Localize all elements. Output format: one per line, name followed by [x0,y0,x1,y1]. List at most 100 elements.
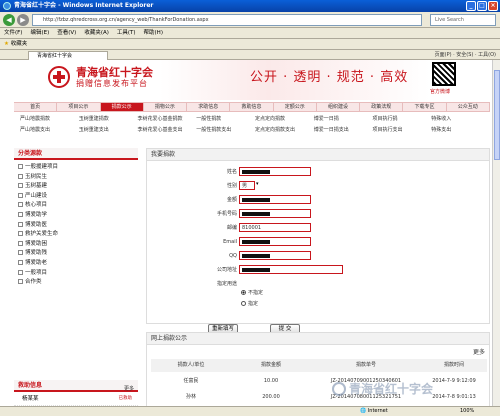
sub-nav-link[interactable]: 定点定向捐款 [255,115,314,122]
scrollbar-thumb[interactable] [494,70,500,160]
purpose-option-specified[interactable]: 指定 [241,300,258,307]
category-item[interactable]: 合作类 [18,278,138,288]
url-field[interactable]: http://fzbz.qhredcross.org.cn/agency_web… [32,14,422,26]
main-nav-item[interactable]: 政策法规 [360,103,404,111]
category-item[interactable]: 一般项目 [18,269,138,279]
main-nav-item[interactable]: 求助信息 [187,103,231,111]
address-field[interactable] [239,265,343,274]
red-cross-logo-icon[interactable] [48,66,70,88]
category-item[interactable]: 严山建设 [18,192,138,202]
category-item[interactable]: 博爱助医 [18,221,138,231]
main-nav-item[interactable]: 下载专区 [403,103,447,111]
forward-arrow-icon[interactable]: ▶ [17,14,29,26]
list-item[interactable]: 杨某某 已救助 [14,392,138,406]
phone-field[interactable] [239,209,311,218]
sub-nav-link[interactable]: 严山地震捐款 [20,115,79,122]
sub-nav-link[interactable]: 严山地震支出 [20,126,79,133]
expand-box-icon[interactable] [18,173,23,179]
main-nav-item[interactable]: 首页 [14,103,58,111]
sub-nav-link[interactable]: 定点定向捐款支出 [255,126,314,133]
category-item[interactable]: 博爱助老 [18,259,138,269]
category-item[interactable]: 玉树基建 [18,182,138,192]
expand-box-icon[interactable] [18,202,23,208]
menu-file[interactable]: 文件(F) [4,28,22,38]
sub-nav-link[interactable]: 李树花爱心基金支出 [138,126,197,133]
expand-box-icon[interactable] [18,231,23,237]
expand-box-icon[interactable] [18,211,23,217]
gender-label: 性别 [226,183,237,189]
menu-tools[interactable]: 工具(T) [117,28,136,38]
sub-nav-link[interactable]: 玉树重建支出 [79,126,138,133]
favorites-bar: ★ 收藏夹 [0,39,500,50]
main-nav-item[interactable]: 定额公示 [274,103,317,111]
expand-box-icon[interactable] [18,250,23,256]
qq-row: QQ [147,251,491,261]
category-item[interactable]: 博爱助学 [18,211,138,221]
expand-box-icon[interactable] [18,192,23,198]
email-field[interactable] [239,237,311,246]
sub-nav-link[interactable]: 一般性捐款支出 [196,126,255,133]
rescue-list: 杨某某已救助张某某已救助杨某某已救助 [14,392,138,406]
expand-box-icon[interactable] [18,183,23,189]
favorites-label[interactable]: 收藏夹 [11,41,28,47]
main-nav-item[interactable]: 项目公示 [57,103,101,111]
sub-nav-link[interactable]: 项目执行捐 [373,115,432,122]
name-row: 姓名 [147,167,491,177]
menu-view[interactable]: 查看(V) [57,28,76,38]
sub-nav-link[interactable]: 特殊支出 [431,126,490,133]
star-icon[interactable]: ★ [4,41,9,47]
expand-box-icon[interactable] [18,259,23,265]
category-item[interactable]: 救护关爱生命 [18,230,138,240]
donation-more-link[interactable]: 更多 [473,347,485,356]
sub-nav-link[interactable]: 博爱一日捐 [314,115,373,122]
category-label: 核心项目 [25,202,48,209]
category-item[interactable]: 核心项目 [18,201,138,211]
expand-box-icon[interactable] [18,221,23,227]
purpose-option-none[interactable]: 不指定 [241,289,263,296]
expand-box-icon[interactable] [18,269,23,275]
sub-nav-link[interactable]: 玉树重建捐款 [79,115,138,122]
menu-favorites[interactable]: 收藏夹(A) [84,28,109,38]
expand-box-icon[interactable] [18,279,23,285]
site-header: 青海省红十字会 捐赠信息发布平台 公开 · 透明 · 规范 · 高效 官方微博 [0,60,492,100]
sub-nav-link[interactable]: 李树花爱心基金捐款 [138,115,197,122]
name-label: 姓名 [226,169,237,175]
sub-nav-link[interactable]: 博爱一日捐支出 [314,126,373,133]
main-nav-item[interactable]: 捐物公示 [144,103,188,111]
qq-field[interactable] [239,251,311,260]
maximize-button[interactable]: □ [477,1,487,11]
sub-nav-link[interactable]: 特殊收入 [431,115,490,122]
expand-box-icon[interactable] [18,164,23,169]
main-nav-item[interactable]: 组织建设 [317,103,361,111]
sub-nav-link[interactable]: 一般性捐款 [196,115,255,122]
main-nav-item[interactable]: 公众互动 [447,103,490,111]
expand-box-icon[interactable] [18,240,23,246]
amount-field[interactable] [239,195,311,204]
back-arrow-icon[interactable]: ◀ [3,14,15,26]
category-item[interactable]: 玉树民生 [18,173,138,183]
window-titlebar[interactable]: 青海省红十字会 - Windows Internet Explorer _ □ … [0,0,500,12]
radio-unselected-icon[interactable] [241,301,246,306]
menu-edit[interactable]: 编辑(E) [30,28,49,38]
minimize-button[interactable]: _ [466,1,476,11]
weibo-link[interactable]: 官方微博 [430,88,450,95]
vertical-scrollbar[interactable] [492,60,500,406]
close-button[interactable]: × [488,1,498,11]
chevron-down-icon[interactable]: ▾ [256,181,259,187]
category-item[interactable]: 博爱助残 [18,249,138,259]
postcode-field[interactable]: 810001 [239,223,311,232]
main-nav-item[interactable]: 捐款公示 [100,103,144,111]
amount-row: 金额 [147,195,491,205]
tab-current[interactable]: 青海省红十字会 [28,51,108,60]
search-input[interactable]: Live Search [430,14,496,26]
category-item[interactable]: 一般援建项目 [18,163,138,173]
name-field[interactable] [239,167,311,176]
sub-nav-link[interactable]: 项目执行支出 [373,126,432,133]
tab-tools[interactable]: 页面(P) · 安全(S) · 工具(O) [435,51,496,59]
main-nav-item[interactable]: 救助信息 [230,103,274,111]
menu-help[interactable]: 帮助(H) [144,28,163,38]
gender-select[interactable]: 男 [239,181,255,190]
radio-selected-icon[interactable] [241,290,246,295]
zoom-level[interactable]: 100% [460,407,474,416]
category-item[interactable]: 博爱助困 [18,240,138,250]
